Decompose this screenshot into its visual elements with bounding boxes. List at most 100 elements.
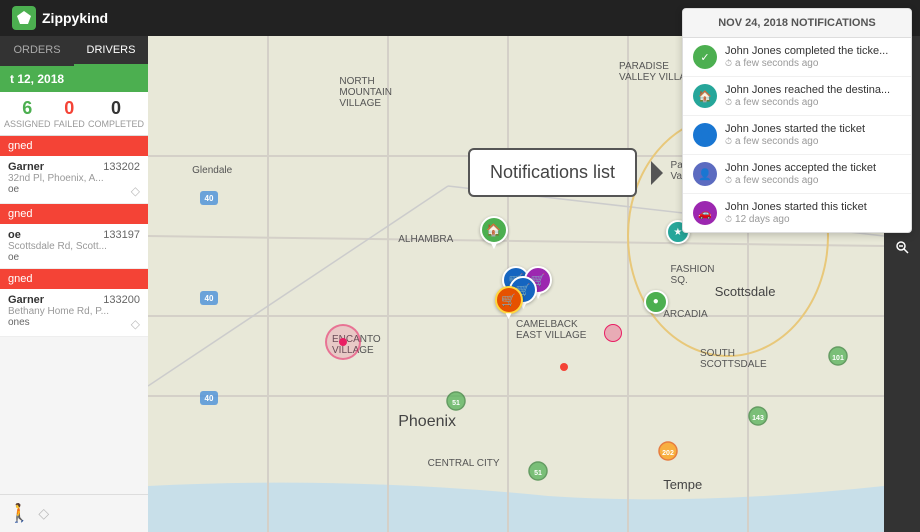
order-driver-1: oe	[8, 184, 19, 198]
sidebar-tabs: ORDERS DRIVERS	[0, 36, 148, 66]
map-label-arcadia: ARCADIA	[663, 309, 707, 320]
notif-title-3: John Jones started the ticket	[725, 123, 901, 135]
order-name-3: Garner	[8, 294, 44, 306]
map-label-tempe: Tempe	[663, 477, 702, 492]
order-item-1[interactable]: Garner 133202 32nd Pl, Phoenix, A... oe …	[0, 156, 148, 204]
clock-icon-4: ⏱	[725, 175, 732, 186]
notification-item-5[interactable]: 🚗 John Jones started this ticket ⏱ 12 da…	[683, 194, 911, 232]
order-num-3: 133200	[103, 294, 140, 306]
clock-icon-1: ⏱	[725, 58, 732, 69]
svg-text:40: 40	[205, 394, 214, 403]
map-label-camelback: CAMELBACKEAST VILLAGE	[516, 319, 586, 341]
stat-assigned-num: 6	[4, 98, 51, 119]
map-pin-house: 🏠	[480, 216, 508, 244]
notif-text-3: John Jones started the ticket ⏱ a few se…	[725, 123, 901, 147]
notif-icon-person-2: 👤	[693, 162, 717, 186]
notif-text-1: John Jones completed the ticke... ⏱ a fe…	[725, 45, 901, 69]
tooltip-callout: Notifications list	[468, 148, 637, 197]
drive-icon: ◇	[38, 505, 49, 522]
order-addr-3: Bethany Home Rd, P...	[8, 306, 140, 317]
notif-time-3: ⏱ a few seconds ago	[725, 136, 901, 147]
svg-text:101: 101	[832, 355, 844, 362]
arrow-icon-3: ◇	[131, 317, 140, 331]
stats-row: 6 ASSIGNED 0 FAILED 0 COMPLETED	[0, 92, 148, 136]
order-num-1: 133202	[103, 161, 140, 173]
stat-completed-label: COMPLETED	[88, 119, 144, 129]
notifications-header: NOV 24, 2018 NOTIFICATIONS	[683, 9, 911, 38]
stat-assigned-label: ASSIGNED	[4, 119, 51, 129]
walk-icon: 🚶	[8, 503, 30, 524]
notif-icon-car: 🚗	[693, 201, 717, 225]
logo-area: Zippykind	[0, 6, 120, 30]
zoom-out-button[interactable]	[887, 232, 917, 262]
notif-icon-home: 🏠	[693, 84, 717, 108]
notif-title-4: John Jones accepted the ticket	[725, 162, 901, 174]
svg-text:202: 202	[662, 450, 674, 457]
stat-assigned: 6 ASSIGNED	[4, 98, 51, 129]
notif-icon-person: 👤	[693, 123, 717, 147]
map-circle-encanto	[325, 324, 361, 360]
map-pin-cart-4: 🛒	[495, 286, 523, 314]
map-label-nmv: NORTHMOUNTAINVILLAGE	[339, 76, 392, 109]
notification-item-1[interactable]: ✓ John Jones completed the ticke... ⏱ a …	[683, 38, 911, 77]
map-label-alhambra: ALHAMBRA	[398, 234, 453, 245]
section-header-2: gned	[0, 204, 148, 224]
date-bar: t 12, 2018	[0, 66, 148, 92]
arrow-icon-1: ◇	[131, 184, 140, 198]
order-name-1: Garner	[8, 161, 44, 173]
notification-item-4[interactable]: 👤 John Jones accepted the ticket ⏱ a few…	[683, 155, 911, 194]
clock-icon-5: ⏱	[725, 214, 732, 225]
stat-completed: 0 COMPLETED	[88, 98, 144, 129]
notif-text-4: John Jones accepted the ticket ⏱ a few s…	[725, 162, 901, 186]
order-name-2: oe	[8, 229, 21, 241]
stat-failed-label: FAILED	[53, 119, 86, 129]
svg-text:40: 40	[205, 194, 214, 203]
sidebar: ORDERS DRIVERS t 12, 2018 6 ASSIGNED 0 F…	[0, 36, 148, 532]
stat-failed-num: 0	[53, 98, 86, 119]
notif-title-5: John Jones started this ticket	[725, 201, 901, 213]
notif-title-1: John Jones completed the ticke...	[725, 45, 901, 57]
stat-completed-num: 0	[88, 98, 144, 119]
map-pin-scottsdale: ●	[644, 290, 668, 314]
tooltip-label: Notifications list	[490, 162, 615, 182]
app-title: Zippykind	[42, 10, 108, 26]
map-label-glendale: Glendale	[192, 165, 232, 176]
map-label-fashion: FASHIONSQ.	[671, 264, 715, 286]
order-addr-1: 32nd Pl, Phoenix, A...	[8, 173, 140, 184]
map-dot-pink	[604, 324, 622, 342]
app-logo-icon	[12, 6, 36, 30]
svg-text:40: 40	[205, 294, 214, 303]
map-label-south-scottsdale: SOUTHSCOTTSDALE	[700, 348, 767, 370]
tab-drivers[interactable]: DRIVERS	[74, 36, 148, 66]
notif-text-2: John Jones reached the destina... ⏱ a fe…	[725, 84, 901, 108]
stat-failed: 0 FAILED	[53, 98, 86, 129]
notif-time-1: ⏱ a few seconds ago	[725, 58, 901, 69]
order-num-2: 133197	[103, 229, 140, 241]
svg-text:51: 51	[534, 470, 542, 477]
notif-icon-check: ✓	[693, 45, 717, 69]
notif-time-5: ⏱ 12 days ago	[725, 214, 901, 225]
svg-text:51: 51	[452, 400, 460, 407]
map-label-scottsdale: Scottsdale	[715, 284, 776, 299]
map-label-central-city: CENTRAL CITY	[428, 458, 500, 469]
notif-title-2: John Jones reached the destina...	[725, 84, 901, 96]
notification-item-3[interactable]: 👤 John Jones started the ticket ⏱ a few …	[683, 116, 911, 155]
clock-icon-3: ⏱	[725, 136, 732, 147]
map-label-phoenix: Phoenix	[398, 413, 456, 431]
notification-item-2[interactable]: 🏠 John Jones reached the destina... ⏱ a …	[683, 77, 911, 116]
order-addr-2: Scottsdale Rd, Scott...	[8, 241, 140, 252]
notif-time-4: ⏱ a few seconds ago	[725, 175, 901, 186]
svg-text:143: 143	[752, 415, 764, 422]
clock-icon-2: ⏱	[725, 97, 732, 108]
notifications-panel: NOV 24, 2018 NOTIFICATIONS ✓ John Jones …	[682, 8, 912, 233]
section-header-3: gned	[0, 269, 148, 289]
notif-text-5: John Jones started this ticket ⏱ 12 days…	[725, 201, 901, 225]
order-item-2[interactable]: oe 133197 Scottsdale Rd, Scott... oe	[0, 224, 148, 269]
section-header-1: gned	[0, 136, 148, 156]
order-driver-3: ones	[8, 317, 30, 331]
notif-time-2: ⏱ a few seconds ago	[725, 97, 901, 108]
tab-orders[interactable]: ORDERS	[0, 36, 74, 66]
map-dot-red	[560, 363, 568, 371]
order-driver-2: oe	[8, 252, 19, 263]
order-item-3[interactable]: Garner 133200 Bethany Home Rd, P... ones…	[0, 289, 148, 337]
